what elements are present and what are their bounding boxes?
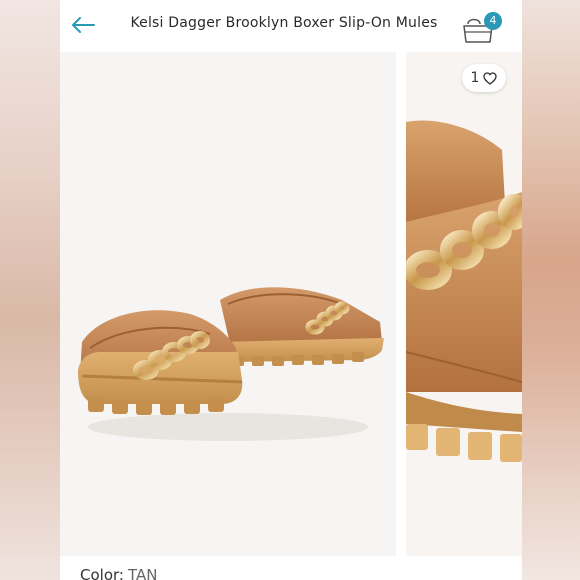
mules-illustration	[78, 287, 384, 441]
product-image-gallery[interactable]: 1	[60, 52, 522, 556]
app-screen: Kelsi Dagger Brooklyn Boxer Slip-On Mule…	[60, 0, 522, 580]
shopping-bag-button[interactable]: 4	[460, 10, 504, 44]
cart-count-badge: 4	[484, 12, 502, 30]
top-bar: Kelsi Dagger Brooklyn Boxer Slip-On Mule…	[60, 0, 522, 50]
heart-icon	[483, 71, 498, 85]
color-value: TAN	[127, 566, 158, 580]
arrow-left-icon	[72, 17, 95, 33]
back-button[interactable]	[68, 12, 98, 38]
blurred-background-left	[0, 0, 60, 580]
color-info: Color: TAN	[80, 566, 157, 580]
color-label: Color:	[80, 566, 124, 580]
product-photo-main[interactable]	[60, 52, 396, 556]
mule-closeup-illustration	[406, 120, 522, 462]
page-title: Kelsi Dagger Brooklyn Boxer Slip-On Mule…	[130, 15, 438, 31]
like-button[interactable]: 1	[462, 64, 506, 92]
product-photo-next[interactable]	[406, 52, 522, 556]
like-count: 1	[470, 70, 480, 86]
blurred-background-right	[520, 0, 580, 580]
